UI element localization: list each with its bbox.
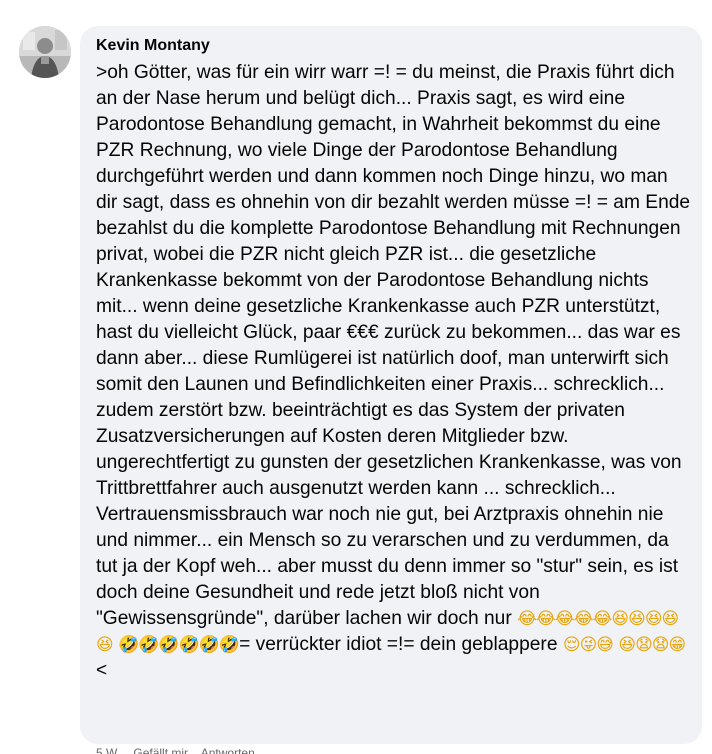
comment-body-text: >oh Götter, was für ein wirr warr =! = d…: [96, 62, 691, 629]
comment-age[interactable]: 5 W.: [96, 746, 120, 754]
comment-middle-text: = verrückter idiot =!= dein geblappere: [239, 634, 558, 655]
comment-actions: 5 W. Gefällt mir Antworten: [96, 744, 265, 754]
rofl-emoji-icons: 🤣🤣🤣🤣🤣🤣: [118, 635, 240, 655]
reply-button[interactable]: Antworten: [201, 746, 255, 754]
comment-bubble: Kevin Montany >oh Götter, was für ein wi…: [80, 26, 702, 744]
comment-screen: Kevin Montany >oh Götter, was für ein wi…: [0, 0, 712, 754]
profile-photo-icon: [19, 26, 71, 78]
comment-end-text: <: [96, 660, 108, 681]
smirk-emoji-icons: 😌😜😅: [562, 635, 614, 655]
comment-author-name[interactable]: Kevin Montany: [96, 36, 690, 56]
comment-text: >oh Götter, was für ein wirr warr =! = d…: [96, 60, 692, 684]
avatar[interactable]: [19, 26, 71, 78]
like-button[interactable]: Gefällt mir: [133, 746, 188, 754]
mixed-emoji-icons: 😆😧😧😁: [618, 635, 686, 655]
